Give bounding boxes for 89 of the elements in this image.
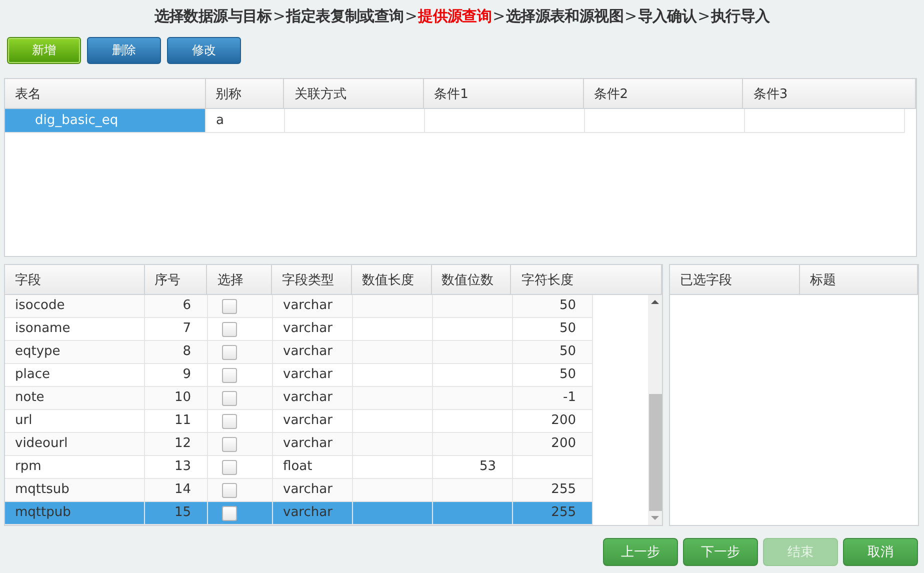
- table-cell: rpm: [15, 459, 42, 474]
- table-cell: -1: [563, 390, 576, 405]
- column-header[interactable]: 字段类型: [272, 265, 352, 294]
- column-header[interactable]: 表名: [5, 79, 206, 108]
- table-row[interactable]: mqttpub 15 varchar 255: [5, 502, 593, 525]
- table-cell: 50: [559, 321, 576, 336]
- checkbox[interactable]: [222, 414, 237, 429]
- table-cell: 53: [479, 459, 496, 474]
- table-cell: mqttsub: [15, 482, 70, 497]
- wizard-step: 提供源查询: [418, 7, 492, 25]
- table-row[interactable]: videourl 12 varchar 200: [5, 433, 593, 456]
- table-cell: 10: [174, 390, 191, 405]
- table-cell: 15: [174, 505, 191, 520]
- table-cell: 200: [551, 436, 576, 451]
- column-header[interactable]: 条件1: [424, 79, 584, 108]
- table-cell: varchar: [283, 321, 332, 336]
- checkbox[interactable]: [222, 368, 237, 383]
- table-cell: 13: [174, 459, 191, 474]
- table-cell: mqttpub: [15, 505, 71, 520]
- table-cell: eqtype: [15, 344, 60, 359]
- table-cell: varchar: [283, 298, 332, 313]
- table-cell: varchar: [283, 390, 332, 405]
- table-cell: 6: [182, 298, 191, 313]
- checkbox[interactable]: [222, 483, 237, 498]
- table-cell: 12: [174, 436, 191, 451]
- wizard-step: 指定表复制或查询: [286, 7, 404, 25]
- checkbox[interactable]: [222, 460, 237, 475]
- scrollbar-thumb[interactable]: [648, 394, 662, 511]
- table-cell: varchar: [283, 482, 332, 497]
- wizard-step: 执行导入: [710, 7, 770, 25]
- column-header[interactable]: 序号: [144, 265, 208, 294]
- step-separator: >: [697, 7, 710, 25]
- table-row[interactable]: eqtype 8 varchar 50: [5, 341, 593, 364]
- column-header[interactable]: 条件3: [743, 79, 916, 108]
- checkbox[interactable]: [222, 322, 237, 337]
- column-header[interactable]: 别称: [206, 79, 284, 108]
- step-separator: >: [624, 7, 638, 25]
- table-cell: varchar: [283, 505, 332, 520]
- table-cell[interactable]: a: [206, 109, 285, 133]
- table-cell: place: [15, 367, 50, 382]
- table-cell: 11: [174, 413, 191, 428]
- scroll-down-icon[interactable]: [651, 515, 659, 521]
- column-header[interactable]: 选择: [207, 265, 272, 294]
- table-cell: varchar: [283, 413, 332, 428]
- checkbox[interactable]: [222, 506, 237, 521]
- table-cell: 9: [182, 367, 191, 382]
- table-cell: 255: [551, 505, 576, 520]
- table-cell: 50: [559, 298, 576, 313]
- checkbox[interactable]: [222, 299, 237, 314]
- wizard-step: 选择数据源与目标: [154, 7, 272, 25]
- table-cell: float: [283, 459, 312, 474]
- toolbar-button[interactable]: 删除: [87, 37, 161, 64]
- wizard-step: 选择源表和源视图: [506, 7, 624, 25]
- table-cell: 50: [559, 367, 576, 382]
- table-cell: 255: [551, 482, 576, 497]
- table-cell: url: [15, 413, 32, 428]
- column-header[interactable]: 标题: [800, 265, 918, 294]
- column-header[interactable]: 数值长度: [352, 265, 432, 294]
- table-cell: 8: [182, 344, 191, 359]
- scroll-up-icon[interactable]: [651, 299, 659, 305]
- table-cell: isocode: [15, 298, 65, 313]
- table-cell: 50: [559, 344, 576, 359]
- table-cell: varchar: [283, 436, 332, 451]
- table-cell: 200: [551, 413, 576, 428]
- table-cell: 14: [174, 482, 191, 497]
- checkbox[interactable]: [222, 437, 237, 452]
- column-header[interactable]: 关联方式: [284, 79, 424, 108]
- scrollbar[interactable]: [648, 295, 662, 525]
- step-separator: >: [404, 7, 418, 25]
- table-cell: videourl: [15, 436, 68, 451]
- table-row[interactable]: note 10 varchar -1: [5, 387, 593, 410]
- step-separator: >: [272, 7, 286, 25]
- table-cell: isoname: [15, 321, 70, 336]
- column-header[interactable]: 数值位数: [432, 265, 512, 294]
- toolbar-button[interactable]: 修改: [167, 37, 241, 64]
- column-header[interactable]: 条件2: [584, 79, 744, 108]
- column-header[interactable]: 字段: [5, 265, 145, 294]
- table-cell: 7: [182, 321, 191, 336]
- checkbox[interactable]: [222, 391, 237, 406]
- table-row[interactable]: mqttsub 14 varchar 255: [5, 479, 593, 502]
- wizard-step: 导入确认: [638, 7, 697, 25]
- table-cell: varchar: [283, 344, 332, 359]
- table-cell: varchar: [283, 367, 332, 382]
- column-header[interactable]: 字符长度: [511, 265, 662, 294]
- checkbox[interactable]: [222, 345, 237, 360]
- column-header[interactable]: 已选字段: [670, 265, 800, 294]
- table-row[interactable]: isocode 6 varchar 50: [5, 295, 593, 318]
- step-separator: >: [492, 7, 506, 25]
- table-cell: note: [15, 390, 44, 405]
